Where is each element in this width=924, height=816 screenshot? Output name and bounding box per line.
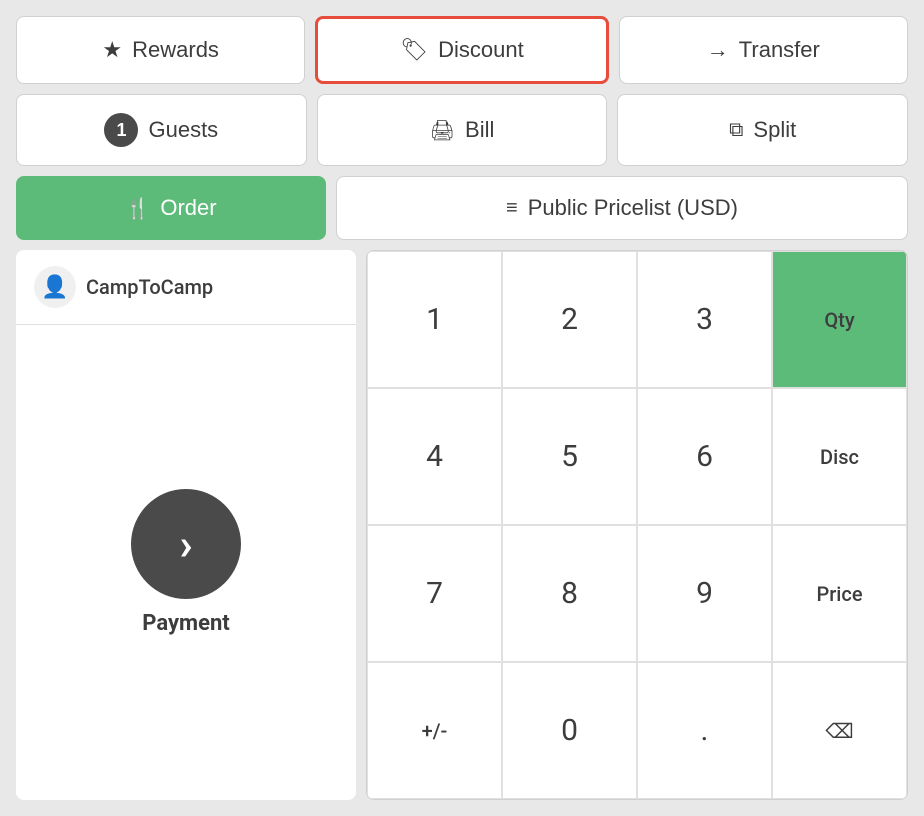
- bill-label: Bill: [465, 117, 494, 143]
- split-label: Split: [753, 117, 796, 143]
- third-row: 🍴 Order ≡ Public Pricelist (USD): [16, 176, 908, 240]
- fork-icon: 🍴: [125, 196, 150, 221]
- discount-button[interactable]: 🏷 Discount: [315, 16, 608, 84]
- numpad-3[interactable]: 3: [637, 251, 772, 388]
- pricelist-label: Public Pricelist (USD): [528, 195, 738, 221]
- numpad-0[interactable]: 0: [502, 662, 637, 799]
- person-icon: 👤: [41, 275, 68, 300]
- numpad-8[interactable]: 8: [502, 525, 637, 662]
- list-icon: ≡: [506, 197, 518, 220]
- second-row: 1 Guests 🖨 Bill ⧉ Split: [16, 94, 908, 166]
- main-container: ★ Rewards 🏷 Discount → Transfer 1 Guests…: [0, 0, 924, 816]
- numpad-row-4: +/- 0 . ⌫: [367, 662, 907, 799]
- main-area: 👤 CampToCamp › Payment 1 2 3 Qty 4 5: [16, 250, 908, 800]
- rewards-label: Rewards: [132, 37, 219, 63]
- qty-button[interactable]: Qty: [772, 251, 907, 388]
- disc-button[interactable]: Disc: [772, 388, 907, 525]
- numpad-6[interactable]: 6: [637, 388, 772, 525]
- customer-name: CampToCamp: [86, 275, 213, 299]
- price-button[interactable]: Price: [772, 525, 907, 662]
- arrow-right-icon: →: [707, 37, 729, 63]
- order-button[interactable]: 🍴 Order: [16, 176, 326, 240]
- customer-avatar: 👤: [34, 266, 76, 308]
- rewards-button[interactable]: ★ Rewards: [16, 16, 305, 84]
- payment-label: Payment: [142, 611, 229, 636]
- numpad-2[interactable]: 2: [502, 251, 637, 388]
- split-button[interactable]: ⧉ Split: [617, 94, 908, 166]
- order-label: Order: [160, 195, 216, 221]
- customer-row: 👤 CampToCamp: [16, 250, 356, 325]
- numpad-5[interactable]: 5: [502, 388, 637, 525]
- chevron-right-icon: ›: [179, 522, 192, 566]
- bill-button[interactable]: 🖨 Bill: [317, 94, 608, 166]
- numpad-1[interactable]: 1: [367, 251, 502, 388]
- numpad-row-2: 4 5 6 Disc: [367, 388, 907, 525]
- numpad-plus-minus[interactable]: +/-: [367, 662, 502, 799]
- guests-label: Guests: [148, 117, 218, 143]
- left-panel: 👤 CampToCamp › Payment: [16, 250, 356, 800]
- numpad-row-3: 7 8 9 Price: [367, 525, 907, 662]
- transfer-label: Transfer: [739, 37, 820, 63]
- print-icon: 🖨: [430, 118, 455, 143]
- guests-button[interactable]: 1 Guests: [16, 94, 307, 166]
- star-icon: ★: [102, 37, 122, 63]
- numpad-7[interactable]: 7: [367, 525, 502, 662]
- discount-label: Discount: [438, 37, 524, 63]
- numpad-4[interactable]: 4: [367, 388, 502, 525]
- top-row: ★ Rewards 🏷 Discount → Transfer: [16, 16, 908, 84]
- numpad-row-1: 1 2 3 Qty: [367, 251, 907, 388]
- numpad-9[interactable]: 9: [637, 525, 772, 662]
- transfer-button[interactable]: → Transfer: [619, 16, 908, 84]
- split-icon: ⧉: [729, 119, 743, 142]
- numpad: 1 2 3 Qty 4 5 6 Disc 7 8 9 Price +/- 0 .: [366, 250, 908, 800]
- payment-section: › Payment: [131, 325, 241, 800]
- backspace-button[interactable]: ⌫: [772, 662, 907, 799]
- numpad-dot[interactable]: .: [637, 662, 772, 799]
- payment-button[interactable]: ›: [131, 489, 241, 599]
- guests-badge: 1: [104, 113, 138, 147]
- pricelist-button[interactable]: ≡ Public Pricelist (USD): [336, 176, 908, 240]
- tag-icon: 🏷: [400, 37, 428, 63]
